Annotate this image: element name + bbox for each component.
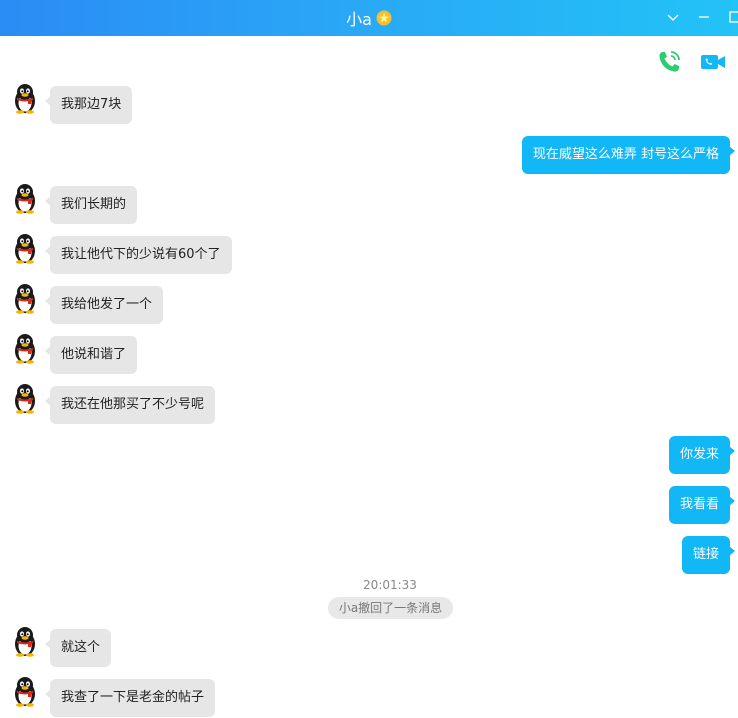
avatar[interactable] bbox=[10, 382, 40, 414]
message-row: 现在威望这么难弄 封号这么严格 bbox=[0, 136, 738, 176]
received-message-bubble[interactable]: 我那边7块 bbox=[44, 86, 133, 124]
received-message-bubble[interactable]: 我给他发了一个 bbox=[44, 286, 164, 324]
received-message-bubble[interactable]: 我查了一下是老金的帖子 bbox=[44, 679, 216, 717]
avatar[interactable] bbox=[10, 675, 40, 707]
message-row: 我让他代下的少说有60个了 bbox=[0, 234, 738, 276]
avatar[interactable] bbox=[10, 232, 40, 264]
message-row: 我那边7块 bbox=[0, 84, 738, 126]
message-row: 我们长期的 bbox=[0, 184, 738, 226]
received-message-bubble[interactable]: 他说和谐了 bbox=[44, 336, 138, 374]
star-badge-icon bbox=[376, 10, 392, 26]
avatar[interactable] bbox=[10, 182, 40, 214]
message-row: 就这个 bbox=[0, 627, 738, 669]
sent-message-bubble[interactable]: 链接 bbox=[681, 536, 736, 574]
received-message-bubble[interactable]: 我们长期的 bbox=[44, 186, 138, 224]
title-wrap: 小a bbox=[0, 0, 738, 36]
chevron-down-icon[interactable] bbox=[664, 8, 682, 26]
title-bar: 小a bbox=[0, 0, 738, 36]
video-call-icon[interactable] bbox=[699, 48, 727, 76]
maximize-icon[interactable] bbox=[726, 8, 738, 26]
message-row: 你发来 bbox=[0, 436, 738, 476]
sent-message-bubble[interactable]: 现在威望这么难弄 封号这么严格 bbox=[521, 136, 736, 174]
avatar[interactable] bbox=[10, 82, 40, 114]
message-row: 他说和谐了 bbox=[0, 334, 738, 376]
avatar[interactable] bbox=[10, 332, 40, 364]
avatar[interactable] bbox=[10, 282, 40, 314]
avatar[interactable] bbox=[10, 625, 40, 657]
message-row: 我查了一下是老金的帖子 bbox=[0, 677, 738, 718]
sent-message-bubble[interactable]: 我看看 bbox=[668, 486, 736, 524]
recall-notice: 小a撤回了一条消息 bbox=[328, 597, 453, 619]
message-row: 我给他发了一个 bbox=[0, 284, 738, 326]
sent-message-bubble[interactable]: 你发来 bbox=[668, 436, 736, 474]
timestamp: 20:01:33 bbox=[363, 578, 417, 592]
phone-call-icon[interactable] bbox=[655, 48, 683, 76]
received-message-bubble[interactable]: 我让他代下的少说有60个了 bbox=[45, 236, 232, 274]
minimize-icon[interactable] bbox=[695, 8, 713, 26]
message-row: 链接 bbox=[0, 536, 738, 576]
contact-name: 小a bbox=[346, 10, 372, 29]
message-row: 我还在他那买了不少号呢 bbox=[0, 384, 738, 426]
received-message-bubble[interactable]: 就这个 bbox=[44, 629, 112, 667]
message-row: 我看看 bbox=[0, 486, 738, 526]
received-message-bubble[interactable]: 我还在他那买了不少号呢 bbox=[44, 386, 216, 424]
